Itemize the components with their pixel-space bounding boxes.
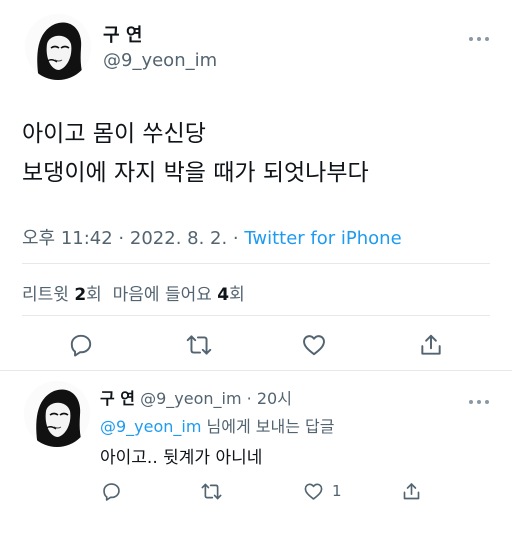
replying-to: @9_yeon_im 님에게 보내는 답글	[100, 417, 335, 436]
tweet-text-line-1: 아이고 몸이 쑤신당	[22, 121, 206, 147]
reply-to-mention[interactable]: @9_yeon_im	[100, 417, 201, 436]
divider	[22, 315, 490, 316]
heart-icon	[304, 482, 322, 500]
reply-like-button[interactable]	[300, 478, 326, 504]
reply-text: 아이고.. 뒷계가 아니네	[100, 448, 263, 468]
more-horizontal-icon[interactable]	[468, 34, 490, 44]
retweet-button[interactable]	[184, 330, 214, 360]
share-icon	[421, 334, 441, 355]
display-name[interactable]: 구 연	[103, 21, 142, 47]
tweet-source-link[interactable]: Twitter for iPhone	[244, 228, 401, 249]
reply-time[interactable]: 20시	[257, 389, 292, 408]
heart-icon	[303, 335, 325, 356]
reply-reply-button[interactable]	[98, 478, 124, 504]
retweet-icon	[200, 483, 222, 499]
share-button[interactable]	[416, 330, 446, 360]
likes-stat[interactable]: 마음에 들어요 4회	[113, 285, 245, 305]
divider	[0, 370, 512, 371]
reply-share-button[interactable]	[398, 478, 424, 504]
reply-retweet-button[interactable]	[198, 478, 224, 504]
reply-avatar[interactable]	[24, 381, 90, 447]
tweet-meta: 오후 11:42 · 2022. 8. 2. · Twitter for iPh…	[22, 224, 402, 250]
reply-header: 구 연 @9_yeon_im · 20시	[100, 389, 292, 408]
divider	[22, 263, 490, 264]
reply-handle[interactable]: @9_yeon_im	[140, 389, 241, 408]
user-handle[interactable]: @9_yeon_im	[103, 50, 217, 71]
tweet-stats: 리트윗 2회 마음에 들어요 4회	[22, 280, 245, 305]
retweet-icon	[186, 335, 212, 355]
reply-display-name[interactable]: 구 연	[100, 389, 135, 408]
reply-like-count: 1	[332, 482, 342, 500]
share-icon	[403, 482, 419, 499]
reply-button[interactable]	[66, 330, 96, 360]
more-horizontal-icon[interactable]	[468, 397, 490, 407]
reply-icon	[70, 334, 92, 357]
like-button[interactable]	[299, 330, 329, 360]
tweet-text-line-2: 보댕이에 자지 박을 때가 되엇나부다	[22, 160, 369, 186]
avatar[interactable]	[25, 14, 91, 80]
retweets-stat[interactable]: 리트윗 2회	[22, 285, 102, 305]
reply-icon	[102, 482, 120, 501]
tweet-timestamp[interactable]: 오후 11:42 · 2022. 8. 2. ·	[22, 228, 244, 249]
